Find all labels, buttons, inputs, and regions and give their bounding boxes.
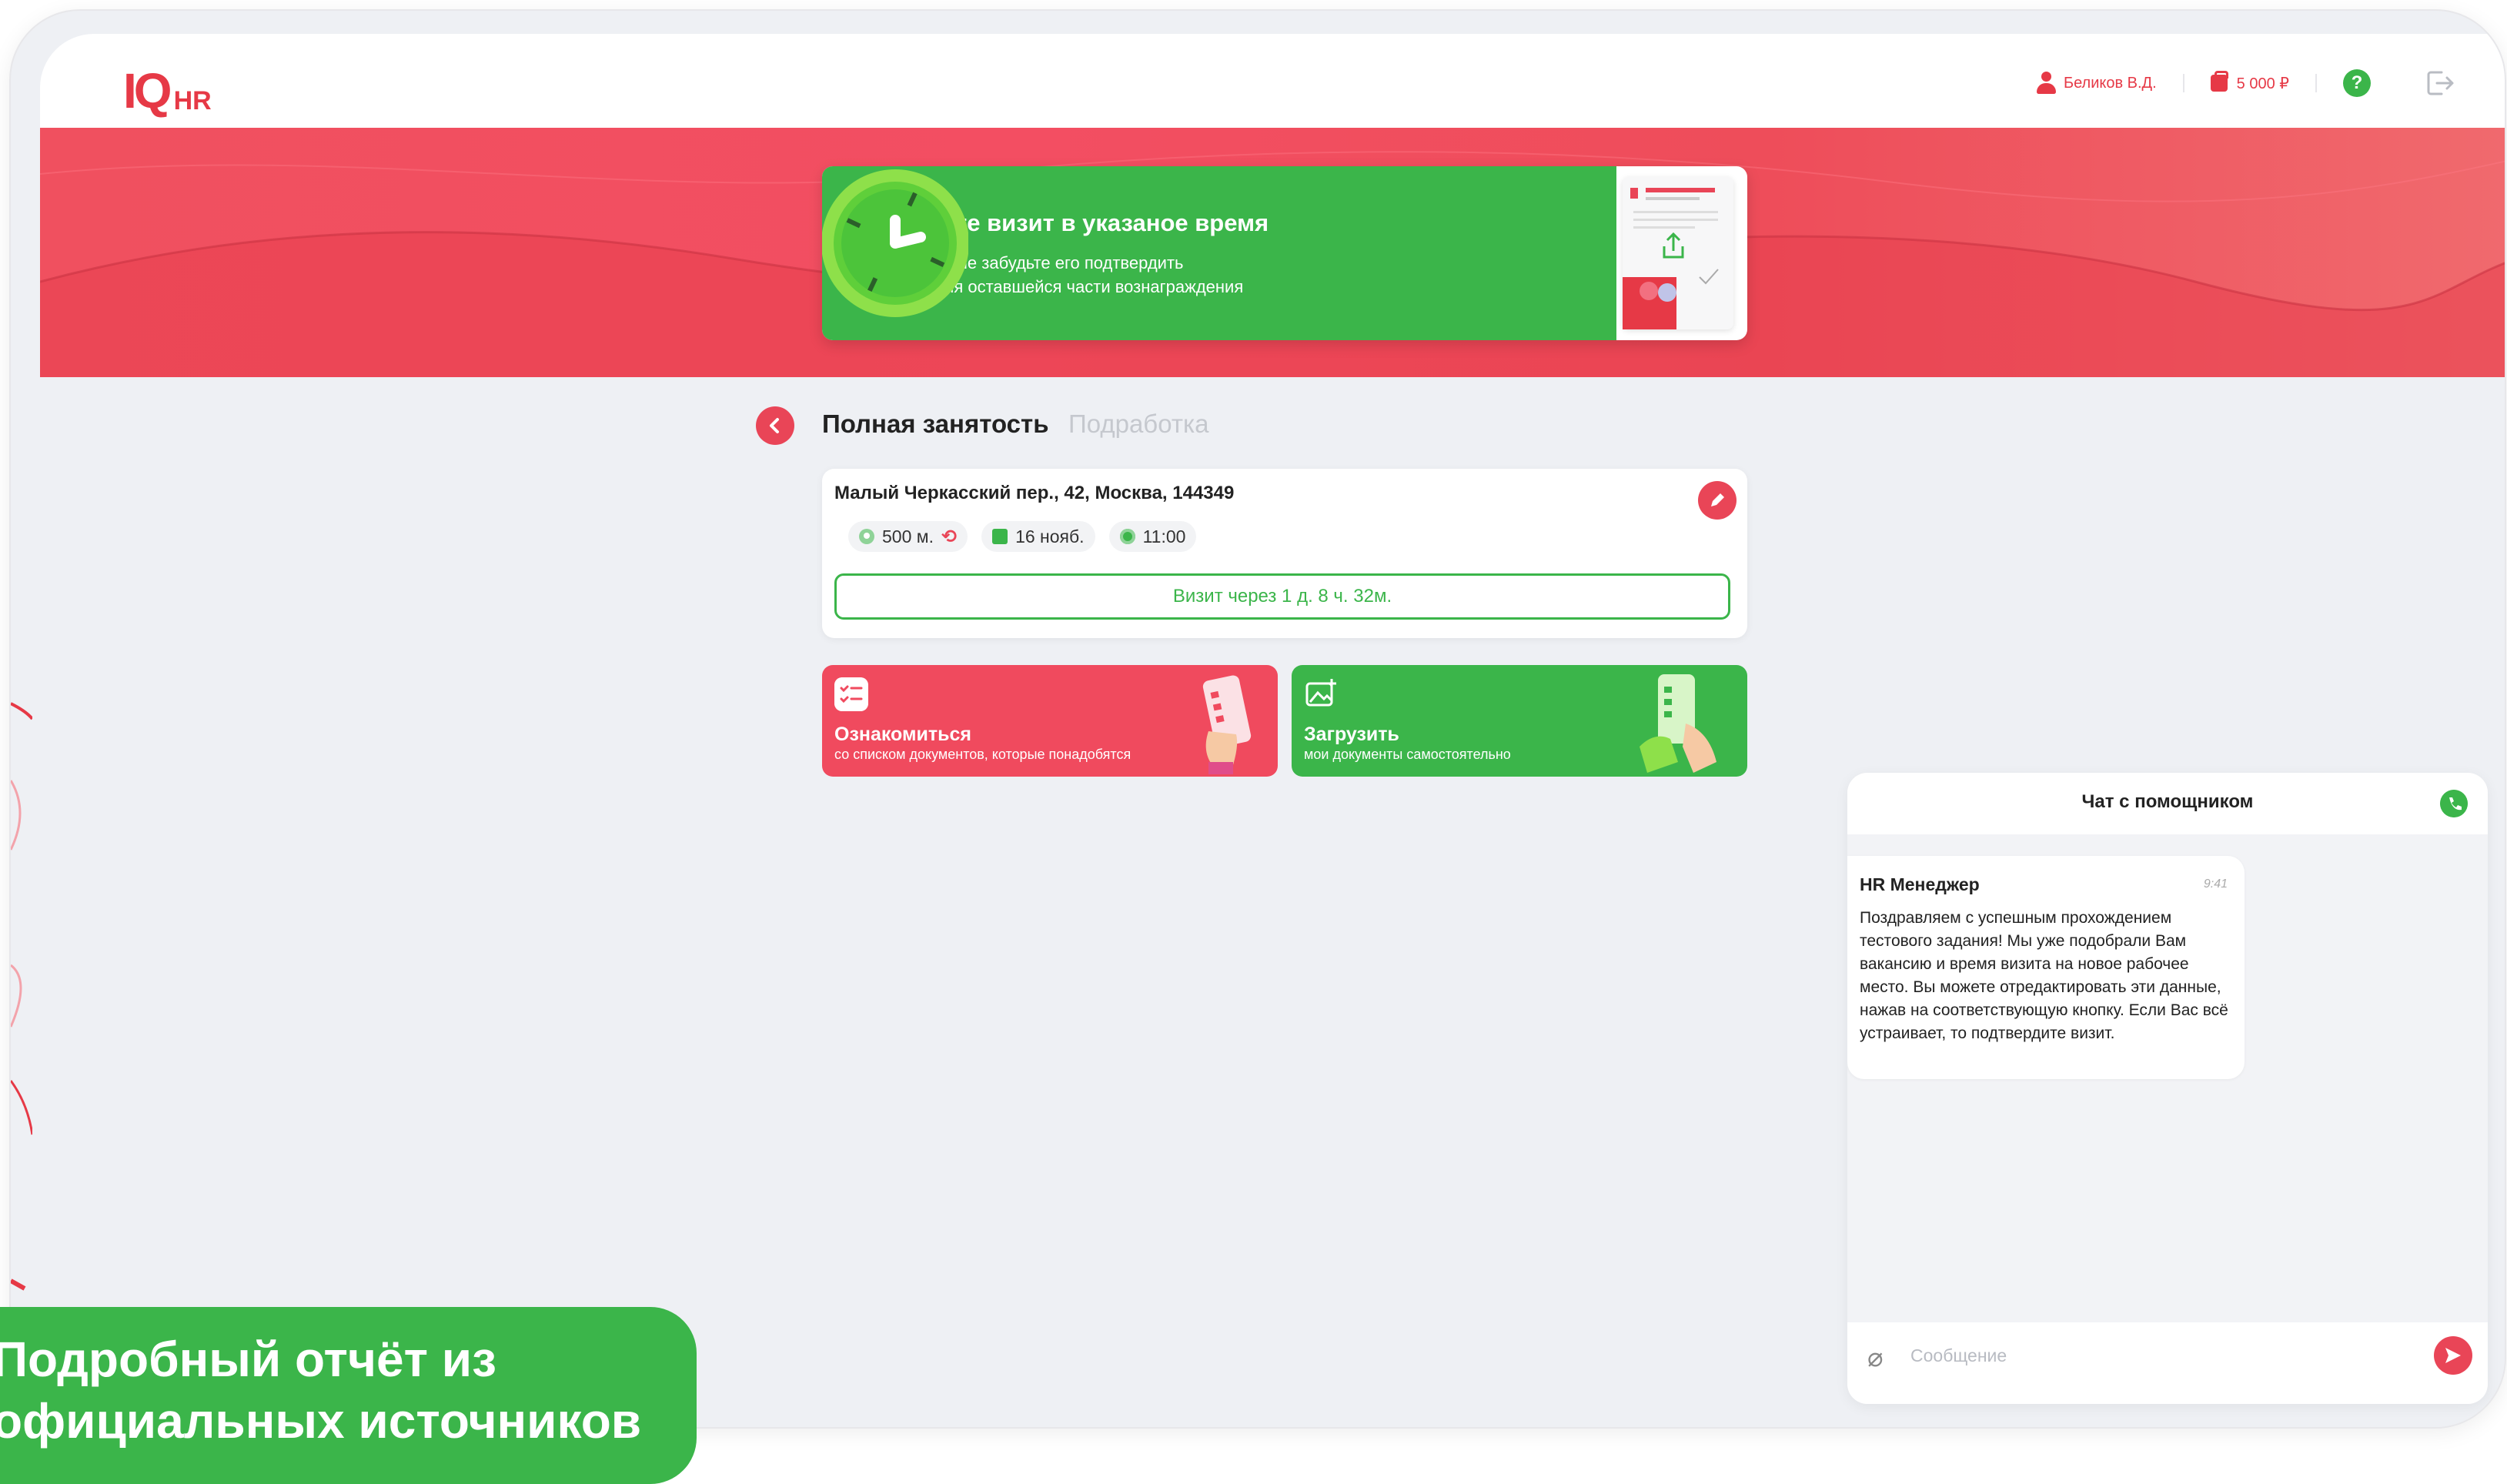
message-time: 9:41 bbox=[2203, 877, 2228, 891]
phone-checklist-illustration bbox=[1202, 675, 1252, 774]
header-actions: Беликов В.Д. 5 000 ₽ ? bbox=[2036, 68, 2455, 99]
calendar-icon bbox=[992, 529, 1008, 544]
banner-green-panel: Совершите визит в указаное время После в… bbox=[822, 166, 1616, 340]
message-input[interactable] bbox=[1909, 1339, 2374, 1372]
time-chip: 11:00 bbox=[1108, 521, 1197, 552]
balance-amount: 5 000 ₽ bbox=[2236, 75, 2289, 92]
visit-card: Малый Черкасский пер., 42, Москва, 14434… bbox=[822, 469, 1747, 638]
chat-header: Чат с помощником bbox=[1847, 773, 2488, 834]
tab-part-time[interactable]: Подработка bbox=[1068, 409, 1208, 439]
chat-title: Чат с помощником bbox=[2081, 791, 2254, 812]
promo-line2: официальных источников bbox=[0, 1393, 642, 1449]
promo-text: Подробный отчёт из официальных источнико… bbox=[0, 1329, 641, 1452]
logout-icon[interactable] bbox=[2425, 68, 2455, 99]
phone-icon[interactable] bbox=[2440, 790, 2468, 817]
checklist-icon bbox=[834, 677, 868, 711]
user-profile-link[interactable]: Беликов В.Д. bbox=[2036, 72, 2157, 95]
message-sender: HR Менеджер bbox=[1860, 874, 1980, 894]
balance-link[interactable]: 5 000 ₽ bbox=[2210, 71, 2289, 93]
visit-details: 500 м. ⟲ 16 нояб. 11:00 bbox=[848, 521, 1197, 552]
document-illustration bbox=[1623, 177, 1733, 329]
review-title: Ознакомиться bbox=[834, 724, 971, 745]
upload-subtitle: мои документы самостоятельно bbox=[1304, 747, 1511, 762]
phone-upload-illustration bbox=[1640, 674, 1716, 773]
logo[interactable]: IQ HR bbox=[123, 66, 212, 115]
promo-line1: Подробный отчёт из bbox=[0, 1332, 496, 1387]
logo-iq: IQ bbox=[123, 63, 172, 119]
visit-time-banner: Совершите визит в указаное время После в… bbox=[822, 166, 1747, 340]
review-documents-card[interactable]: Ознакомиться со списком документов, кото… bbox=[822, 665, 1278, 777]
divider bbox=[2315, 74, 2317, 92]
chat-message: HR Менеджер 9:41 Поздравляем с успешным … bbox=[1847, 856, 2245, 1079]
app-window: IQ HR Беликов В.Д. 5 000 ₽ ? Совершите в… bbox=[40, 34, 2505, 1427]
logo-hr: HR bbox=[173, 86, 212, 115]
edit-visit-button[interactable] bbox=[1698, 481, 1737, 520]
back-button[interactable] bbox=[756, 406, 794, 445]
clock-illustration bbox=[822, 169, 968, 317]
user-icon bbox=[2036, 72, 2056, 95]
clock-icon bbox=[1119, 529, 1135, 544]
location-pin-icon bbox=[859, 529, 874, 544]
image-upload-icon bbox=[1305, 679, 1336, 707]
back-chevron-icon bbox=[770, 418, 779, 433]
distance-chip: 500 м. ⟲ bbox=[848, 521, 968, 552]
divider bbox=[2182, 74, 2184, 92]
time-value: 11:00 bbox=[1142, 526, 1186, 546]
distance-value: 500 м. bbox=[882, 526, 934, 546]
date-chip: 16 нояб. bbox=[981, 521, 1095, 552]
device-frame: IQ HR Беликов В.Д. 5 000 ₽ ? Совершите в… bbox=[11, 11, 2505, 1427]
visit-address: Малый Черкасский пер., 42, Москва, 14434… bbox=[834, 483, 1235, 503]
message-text: Поздравляем с успешным прохождением тест… bbox=[1860, 909, 2228, 1042]
review-subtitle: со списком документов, которые понадобят… bbox=[834, 747, 1131, 762]
send-button[interactable] bbox=[2434, 1336, 2472, 1375]
decorative-lines bbox=[11, 702, 32, 1291]
paperclip-icon[interactable]: ⌀ bbox=[1867, 1342, 1883, 1373]
chat-input-bar: ⌀ bbox=[1847, 1322, 2488, 1404]
top-bar: IQ HR Беликов В.Д. 5 000 ₽ ? bbox=[40, 34, 2505, 128]
user-name: Беликов В.Д. bbox=[2063, 74, 2157, 92]
upload-title: Загрузить bbox=[1304, 724, 1399, 745]
assistant-chat: Чат с помощником HR Менеджер 9:41 Поздра… bbox=[1847, 773, 2488, 1404]
edit-pencil-icon bbox=[1711, 493, 1724, 506]
help-icon[interactable]: ? bbox=[2343, 69, 2371, 97]
visit-countdown-button[interactable]: Визит через 1 д. 8 ч. 32м. bbox=[834, 573, 1730, 620]
send-icon bbox=[2445, 1348, 2461, 1363]
hero-background: Совершите визит в указаное время После в… bbox=[40, 128, 2505, 377]
wallet-icon bbox=[2210, 71, 2228, 92]
promo-badge: Подробный отчёт из официальных источнико… bbox=[0, 1307, 697, 1484]
date-value: 16 нояб. bbox=[1015, 526, 1085, 546]
upload-documents-card[interactable]: Загрузить мои документы самостоятельно bbox=[1292, 665, 1747, 777]
refresh-icon[interactable]: ⟲ bbox=[941, 526, 957, 548]
tab-full-time[interactable]: Полная занятость bbox=[822, 409, 1049, 439]
